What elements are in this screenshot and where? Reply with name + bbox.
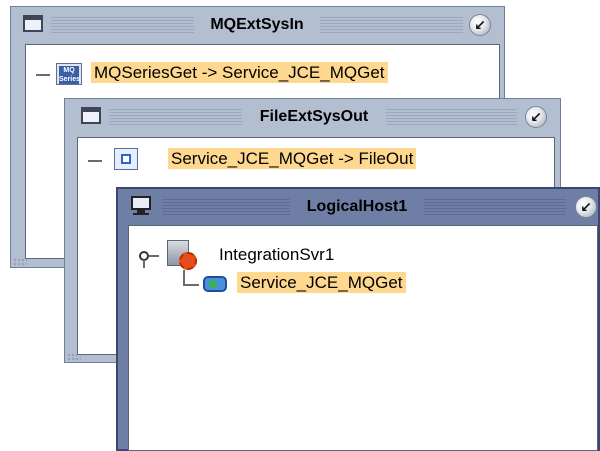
window-icon <box>23 15 43 32</box>
mqseries-icon: MQ Series <box>56 63 82 85</box>
window-titlebar[interactable]: FileExtSysOut ↙ <box>65 99 560 135</box>
window-titlebar[interactable]: LogicalHost1 ↙ <box>118 189 598 225</box>
file-document-icon <box>114 148 138 170</box>
service-icon <box>203 272 229 294</box>
tree-connector <box>88 160 102 162</box>
minimize-button[interactable]: ↙ <box>469 14 491 36</box>
tree-root-label[interactable]: IntegrationSvr1 <box>219 245 334 265</box>
tree-item-label[interactable]: Service_JCE_MQGet -> FileOut <box>168 148 417 169</box>
window-title: FileExtSysOut <box>259 108 369 125</box>
tree-connector <box>36 74 50 76</box>
window-title: LogicalHost1 <box>306 198 408 215</box>
window-title: MQExtSysIn <box>210 16 304 33</box>
minimize-button[interactable]: ↙ <box>525 106 547 128</box>
tree-child-label[interactable]: Service_JCE_MQGet <box>237 272 406 293</box>
server-icon <box>165 240 199 270</box>
window-titlebar[interactable]: MQExtSysIn ↙ <box>11 7 504 43</box>
window-content: IntegrationSvr1 Service_JCE_MQGet <box>128 225 598 451</box>
resize-grip[interactable] <box>13 258 27 266</box>
minimize-button[interactable]: ↙ <box>575 196 597 218</box>
window-icon <box>81 107 101 124</box>
computer-icon <box>130 196 152 216</box>
window-logicalhost1[interactable]: LogicalHost1 ↙ IntegrationSvr1 Service_J… <box>116 187 600 451</box>
mqseries-icon-text: MQ Series <box>59 66 81 84</box>
tree-item-label[interactable]: MQSeriesGet -> Service_JCE_MQGet <box>91 62 388 83</box>
resize-grip[interactable] <box>67 353 81 361</box>
